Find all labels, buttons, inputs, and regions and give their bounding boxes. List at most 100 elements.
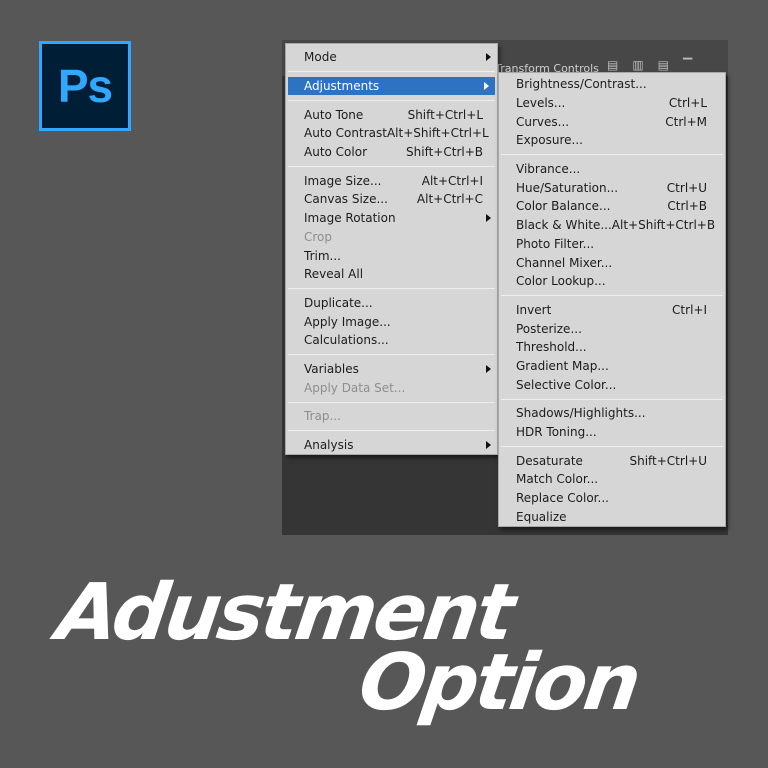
menu-item-label: Selective Color... xyxy=(516,377,617,392)
menu-item-shortcut: Shift+Ctrl+U xyxy=(629,453,707,468)
menu-item-label: Canvas Size... xyxy=(304,192,388,207)
menu-item-exposure[interactable]: Exposure... xyxy=(499,131,725,150)
menu-separator xyxy=(288,288,495,290)
menu-item-label: Duplicate... xyxy=(304,295,373,310)
menu-item-hdr-toning[interactable]: HDR Toning... xyxy=(499,423,725,442)
photoshop-logo: Ps xyxy=(39,41,131,131)
menu-item-label: Gradient Map... xyxy=(516,358,609,373)
menu-item-shadows-highlights[interactable]: Shadows/Highlights... xyxy=(499,404,725,423)
menu-item-curves[interactable]: Curves... Ctrl+M xyxy=(499,112,725,131)
adjustments-submenu: Brightness/Contrast... Levels... Ctrl+L Cur… xyxy=(498,72,726,528)
menu-item-auto-contrast[interactable]: Auto Contrast Alt+Shift+Ctrl+L xyxy=(286,124,497,143)
image-menu: Mode Adjustments Auto Tone Shift+Ctrl+L Auto… xyxy=(285,43,498,456)
menu-item-auto-color[interactable]: Auto Color Shift+Ctrl+B xyxy=(286,143,497,162)
menu-item-apply-data-set[interactable]: Apply Data Set... xyxy=(286,378,497,397)
menu-item-shortcut: Shift+Ctrl+B xyxy=(406,145,483,160)
menu-item-replace-color[interactable]: Replace Color... xyxy=(499,489,725,508)
submenu-arrow-icon xyxy=(486,364,491,373)
menu-item-label: Auto Contrast xyxy=(304,126,387,141)
menu-item-label: Exposure... xyxy=(516,133,583,148)
menu-item-channel-mixer[interactable]: Channel Mixer... xyxy=(499,253,725,272)
menu-item-label: Brightness/Contrast... xyxy=(516,77,647,92)
menu-item-label: Trim... xyxy=(304,248,341,263)
menu-item-label: Channel Mixer... xyxy=(516,255,613,270)
menu-item-crop[interactable]: Crop xyxy=(286,228,497,247)
menu-item-label: Image Rotation xyxy=(304,211,396,226)
menu-separator xyxy=(288,71,495,73)
align-icons[interactable]: ▤▥▤▔ xyxy=(607,58,706,72)
menu-item-threshold[interactable]: Threshold... xyxy=(499,338,725,357)
menu-item-image-rotation[interactable]: Image Rotation xyxy=(286,209,497,228)
menu-item-label: Posterize... xyxy=(516,321,582,336)
menu-item-canvas-size[interactable]: Canvas Size... Alt+Ctrl+C xyxy=(286,190,497,209)
menu-item-hue-saturation[interactable]: Hue/Saturation... Ctrl+U xyxy=(499,178,725,197)
menu-item-label: Photo Filter... xyxy=(516,236,595,251)
menu-item-label: Threshold... xyxy=(516,340,587,355)
menu-item-desaturate[interactable]: Desaturate Shift+Ctrl+U xyxy=(499,451,725,470)
menu-item-analysis[interactable]: Analysis xyxy=(286,436,497,455)
menu-item-label: Invert xyxy=(516,302,552,317)
menu-item-label: Mode xyxy=(304,50,337,65)
menu-item-label: Image Size... xyxy=(304,173,382,188)
menu-item-match-color[interactable]: Match Color... xyxy=(499,470,725,489)
menu-item-calculations[interactable]: Calculations... xyxy=(286,331,497,350)
menu-separator xyxy=(501,295,723,297)
menu-item-shortcut: Ctrl+B xyxy=(667,199,707,214)
menu-item-apply-image[interactable]: Apply Image... xyxy=(286,312,497,331)
menu-separator xyxy=(501,445,723,447)
logo-text: Ps xyxy=(57,60,113,112)
menu-item-shortcut: Ctrl+L xyxy=(668,96,707,111)
menu-item-label: Black & White... xyxy=(516,218,612,233)
menu-item-label: Replace Color... xyxy=(516,491,609,506)
menu-item-trap[interactable]: Trap... xyxy=(286,407,497,426)
menu-item-variables[interactable]: Variables xyxy=(286,360,497,379)
menu-item-color-balance[interactable]: Color Balance... Ctrl+B xyxy=(499,197,725,216)
menu-item-duplicate[interactable]: Duplicate... xyxy=(286,294,497,313)
menu-item-posterize[interactable]: Posterize... xyxy=(499,319,725,338)
menu-item-levels[interactable]: Levels... Ctrl+L xyxy=(499,94,725,113)
menu-item-reveal-all[interactable]: Reveal All xyxy=(286,265,497,284)
menu-item-mode[interactable]: Mode xyxy=(286,48,497,67)
menu-item-shortcut: Ctrl+U xyxy=(666,180,707,195)
menu-item-label: Color Balance... xyxy=(516,199,611,214)
menu-item-label: Calculations... xyxy=(304,333,389,348)
menu-item-label: Reveal All xyxy=(304,267,364,282)
menu-item-label: Variables xyxy=(304,361,359,376)
menu-item-shortcut: Alt+Ctrl+I xyxy=(421,173,483,188)
menu-item-equalize[interactable]: Equalize xyxy=(499,507,725,526)
menu-item-label: Apply Data Set... xyxy=(304,380,406,395)
menu-item-label: Hue/Saturation... xyxy=(516,180,619,195)
submenu-arrow-icon xyxy=(484,81,489,90)
menu-item-invert[interactable]: Invert Ctrl+I xyxy=(499,301,725,320)
menu-item-black-white[interactable]: Black & White... Alt+Shift+Ctrl+B xyxy=(499,216,725,235)
menu-item-shortcut: Alt+Shift+Ctrl+B xyxy=(611,218,716,233)
submenu-arrow-icon xyxy=(486,53,491,61)
menu-item-label: Desaturate xyxy=(516,453,583,468)
menu-item-label: Analysis xyxy=(304,438,354,453)
menu-item-image-size[interactable]: Image Size... Alt+Ctrl+I xyxy=(286,171,497,190)
menu-item-shortcut: Alt+Ctrl+C xyxy=(416,192,483,207)
menu-separator xyxy=(288,401,495,403)
menu-item-label: Shadows/Highlights... xyxy=(516,406,646,421)
menu-item-label: Match Color... xyxy=(516,472,599,487)
menu-item-auto-tone[interactable]: Auto Tone Shift+Ctrl+L xyxy=(286,105,497,124)
menu-item-label: HDR Toning... xyxy=(516,425,597,440)
menu-item-label: Trap... xyxy=(304,409,341,424)
menu-item-label: Equalize xyxy=(516,509,567,524)
menu-separator xyxy=(501,154,723,156)
menu-item-gradient-map[interactable]: Gradient Map... xyxy=(499,357,725,376)
menu-item-color-lookup[interactable]: Color Lookup... xyxy=(499,272,725,291)
menu-item-trim[interactable]: Trim... xyxy=(286,246,497,265)
menu-item-label: Levels... xyxy=(516,96,566,111)
headline-line-2: Option xyxy=(353,638,644,728)
menu-item-label: Auto Tone xyxy=(304,107,364,122)
menu-separator xyxy=(288,165,495,167)
menu-item-photo-filter[interactable]: Photo Filter... xyxy=(499,235,725,254)
menu-item-adjustments[interactable]: Adjustments xyxy=(288,76,495,96)
menu-item-label: Curves... xyxy=(516,114,570,129)
menu-item-brightness-contrast[interactable]: Brightness/Contrast... xyxy=(499,75,725,94)
menu-item-vibrance[interactable]: Vibrance... xyxy=(499,160,725,179)
menu-item-selective-color[interactable]: Selective Color... xyxy=(499,375,725,394)
menu-item-shortcut: Alt+Shift+Ctrl+L xyxy=(386,126,489,141)
menu-separator xyxy=(288,430,495,432)
